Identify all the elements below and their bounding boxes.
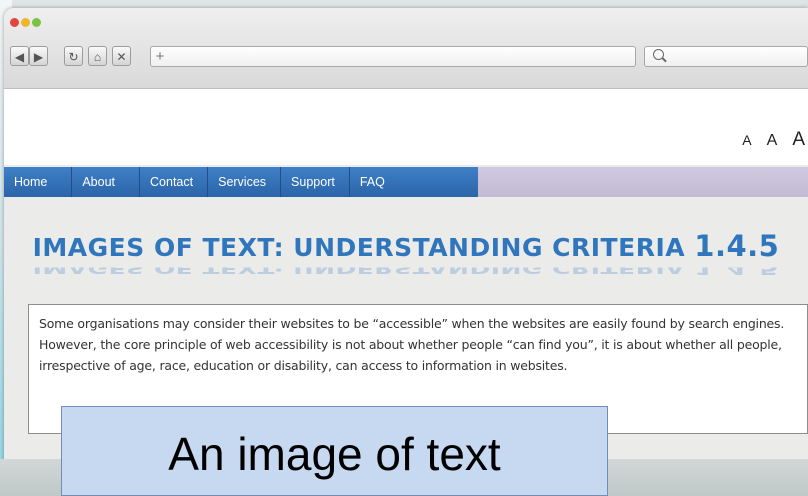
- menu-item-faq[interactable]: FAQ: [350, 167, 427, 197]
- back-arrow-icon: ◀: [14, 50, 25, 64]
- text-size-controls: A A A: [738, 129, 808, 151]
- new-tab-button[interactable]: +: [150, 46, 170, 67]
- menu-item-about[interactable]: About: [72, 167, 141, 197]
- page-title-number: 1.4.5: [694, 229, 780, 263]
- callout-text: An image of text: [168, 428, 501, 480]
- menu-item-contact[interactable]: Contact: [140, 167, 209, 197]
- minimize-window-button[interactable]: [21, 18, 30, 27]
- callout-box: An image of text: [61, 406, 608, 496]
- address-bar[interactable]: [150, 46, 636, 67]
- menu-bar: Home About Contact Services Support FAQ: [4, 167, 478, 197]
- menu-item-services[interactable]: Services: [208, 167, 282, 197]
- close-icon: ✕: [116, 50, 127, 64]
- body-paragraph: Some organisations may consider their we…: [39, 316, 785, 373]
- back-button[interactable]: ◀: [10, 46, 29, 66]
- page-title: IMAGES OF TEXT: UNDERSTANDING CRITERIA 1…: [33, 229, 780, 263]
- browser-toolbar: ◀ ▶ ↻ ⌂ ✕ +: [4, 8, 808, 89]
- maximize-window-button[interactable]: [32, 18, 41, 27]
- text-size-small-button[interactable]: A: [742, 132, 754, 148]
- stop-button[interactable]: ✕: [112, 46, 131, 66]
- page-title-container: IMAGES OF TEXT: UNDERSTANDING CRITERIA 1…: [4, 229, 808, 263]
- home-icon: ⌂: [93, 50, 102, 64]
- search-field[interactable]: [644, 46, 808, 67]
- search-icon: [653, 49, 664, 60]
- page-title-reflection: IMAGES OF TEXT: UNDERSTANDING CRITERIA 1…: [32, 267, 780, 279]
- plus-icon: +: [155, 48, 165, 65]
- menu-item-support[interactable]: Support: [281, 167, 350, 197]
- menu-item-home[interactable]: Home: [4, 167, 73, 197]
- close-window-button[interactable]: [10, 18, 19, 27]
- main-navigation: Home About Contact Services Support FAQ: [4, 167, 808, 197]
- forward-button[interactable]: ▶: [29, 46, 48, 66]
- forward-arrow-icon: ▶: [33, 50, 44, 64]
- text-size-medium-button[interactable]: A: [767, 132, 781, 150]
- reload-button[interactable]: ↻: [64, 46, 83, 66]
- page-header: A A A: [4, 89, 808, 165]
- text-size-large-button[interactable]: A: [792, 129, 808, 151]
- page-title-text: IMAGES OF TEXT: UNDERSTANDING CRITERIA: [32, 233, 695, 262]
- home-button[interactable]: ⌂: [88, 46, 107, 66]
- reload-icon: ↻: [68, 50, 79, 64]
